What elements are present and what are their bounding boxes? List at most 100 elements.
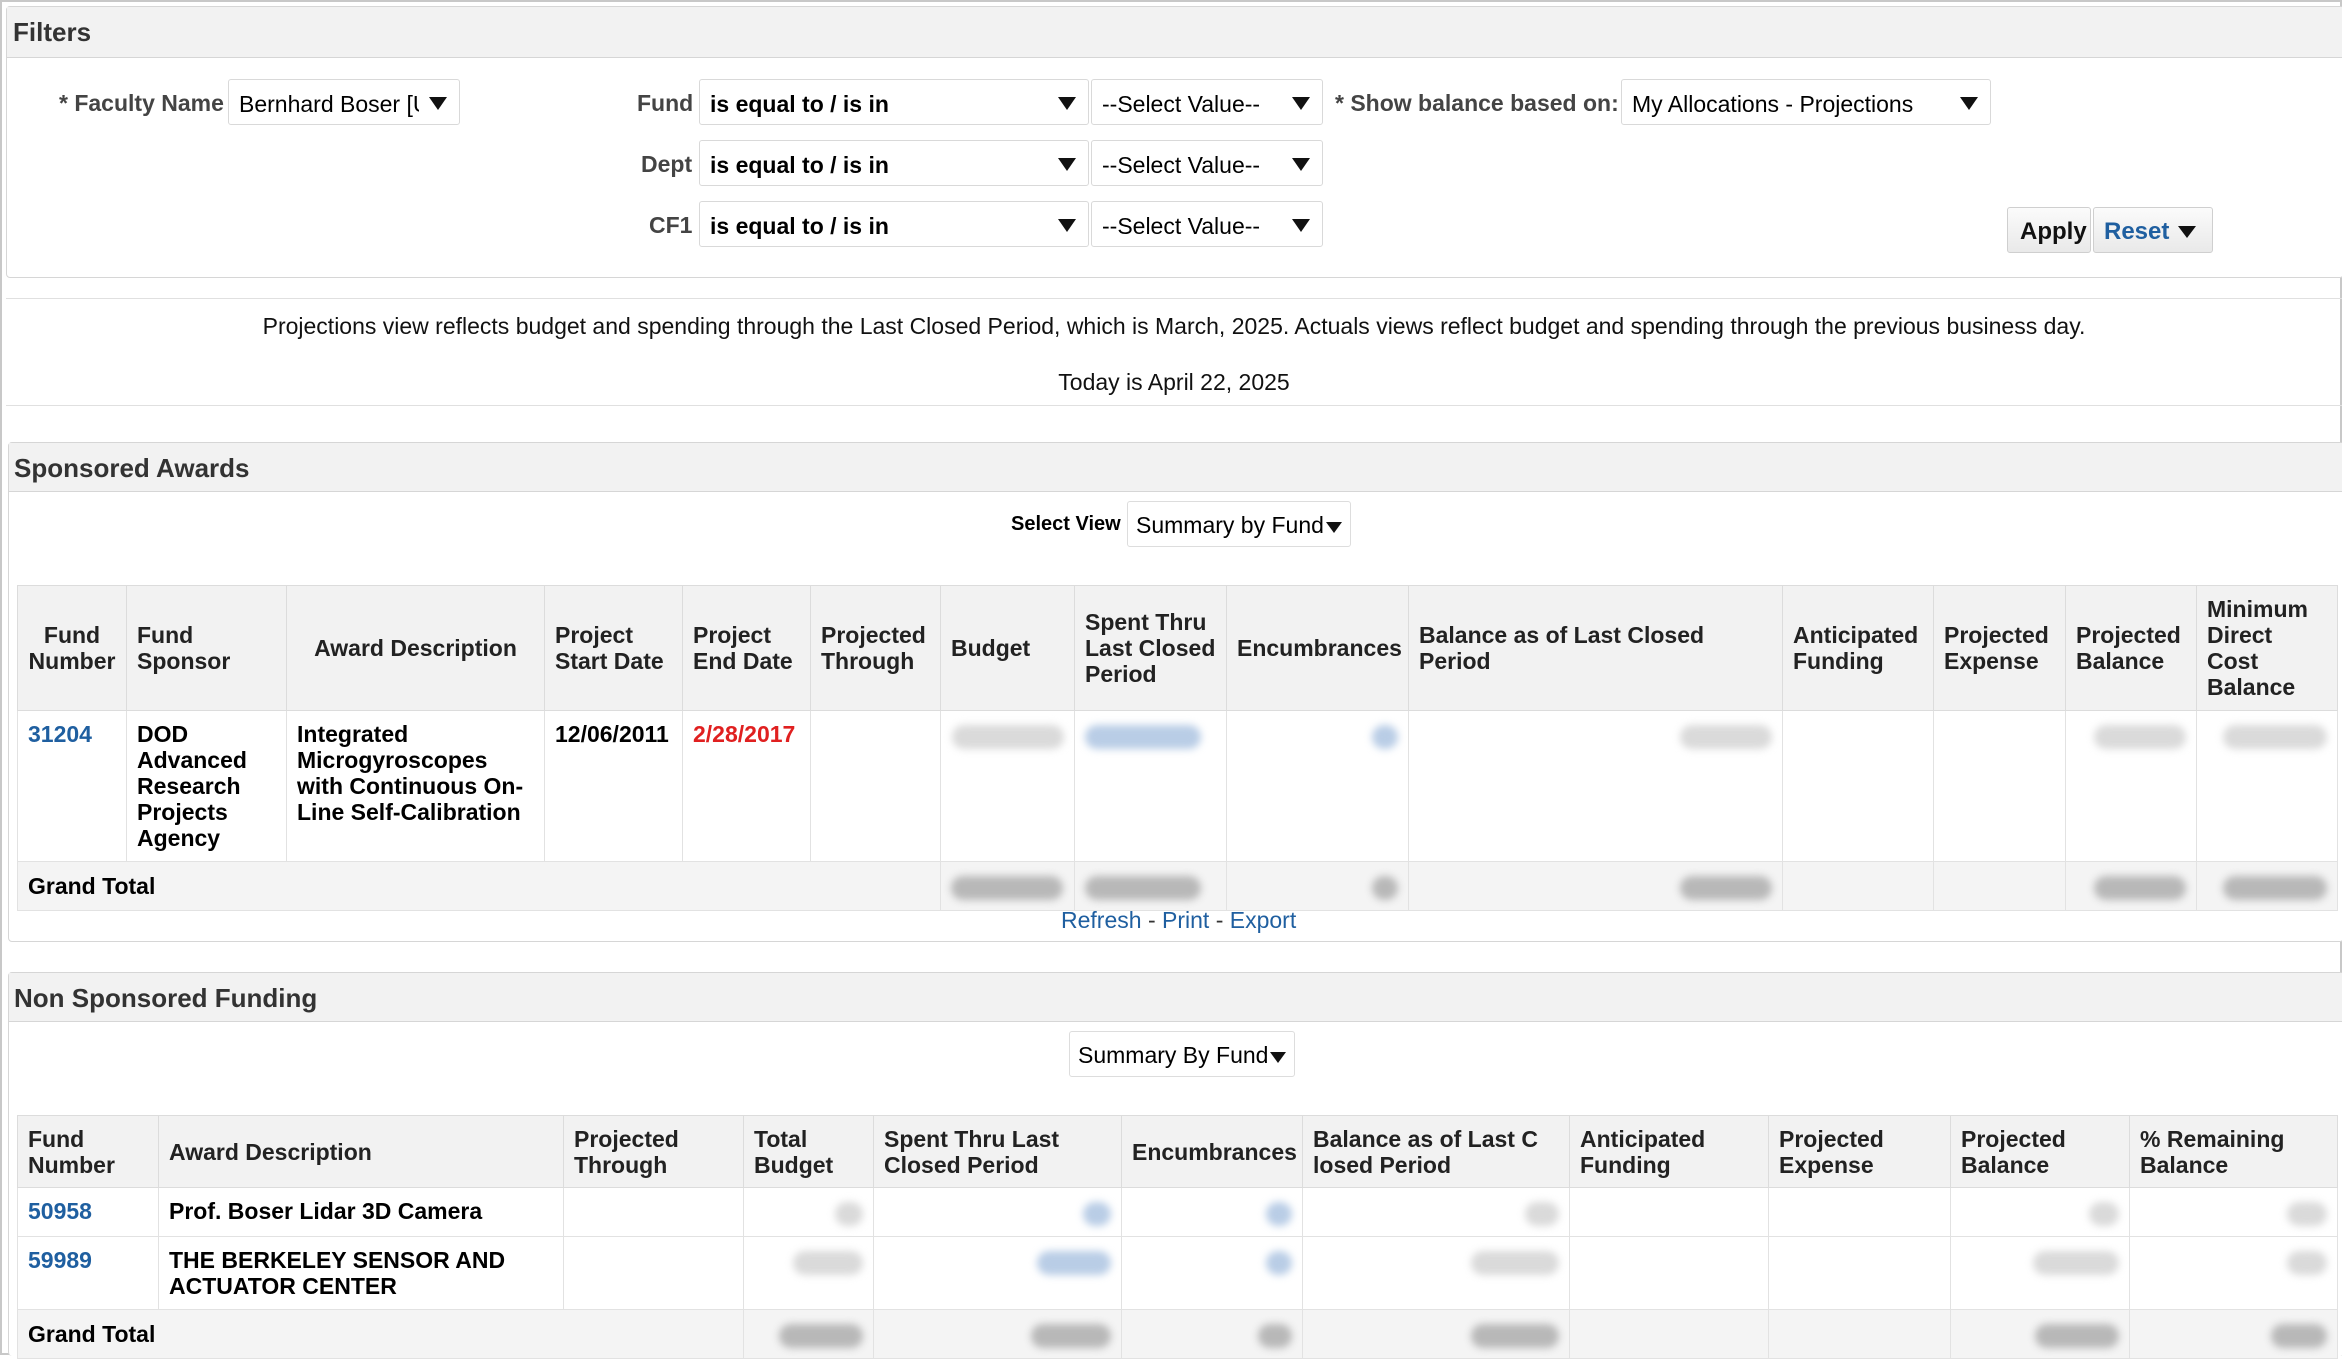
value-cell[interactable]: [873, 1236, 1122, 1310]
fund-operator-select[interactable]: is equal to / is in: [699, 79, 1089, 125]
col-header[interactable]: Balance as of Last C losed Period: [1302, 1115, 1570, 1188]
redacted-value: [1680, 876, 1772, 900]
total-cell: [743, 1309, 874, 1359]
value-cell: [743, 1187, 874, 1237]
col-header[interactable]: Total Budget: [743, 1115, 874, 1188]
col-header[interactable]: Spent Thru Last Closed Period: [1074, 585, 1227, 711]
col-header-sortable[interactable]: Fund Number: [17, 1115, 159, 1188]
chevron-down-icon: [1270, 1052, 1286, 1063]
fund-number-link[interactable]: 50958: [17, 1187, 159, 1237]
total-cell: [2065, 861, 2197, 911]
award-description: Prof. Boser Lidar 3D Camera: [158, 1187, 564, 1237]
redacted-value: [1471, 1324, 1559, 1348]
award-description: Integrated Microgyroscopes with Continuo…: [286, 710, 545, 862]
value-cell[interactable]: [1121, 1187, 1303, 1237]
redacted-value: [2033, 1251, 2119, 1275]
fund-sponsor: DOD Advanced Research Projects Agency: [126, 710, 287, 862]
fund-number-link[interactable]: 59989: [17, 1236, 159, 1310]
dept-label: Dept: [641, 151, 693, 177]
redacted-value: [835, 1202, 863, 1226]
col-header[interactable]: Fund Sponsor: [126, 585, 287, 711]
faculty-name-value: Bernhard Boser [U: [239, 91, 419, 117]
chevron-down-icon: [1058, 158, 1076, 171]
col-header[interactable]: % Remaining Balance: [2129, 1115, 2338, 1188]
export-link[interactable]: Export: [1230, 907, 1296, 933]
col-header[interactable]: Budget: [940, 585, 1075, 711]
anticipated-funding-cell: [1782, 710, 1934, 862]
redacted-value: [2094, 725, 2186, 749]
balance-basis-label: * Show balance based on:: [1335, 90, 1619, 116]
col-header[interactable]: Award Description: [286, 585, 545, 711]
balance-basis-select[interactable]: My Allocations - Projections: [1621, 79, 1991, 125]
fund-value-select[interactable]: --Select Value--: [1091, 79, 1323, 125]
value-cell: [1768, 1236, 1951, 1310]
col-header[interactable]: Projected Balance: [1950, 1115, 2130, 1188]
faculty-name-select[interactable]: Bernhard Boser [U: [228, 79, 460, 125]
table-row: 50958 Prof. Boser Lidar 3D Camera: [17, 1187, 2338, 1237]
apply-button-label: Apply: [2020, 218, 2087, 245]
col-header[interactable]: Projected Through: [563, 1115, 744, 1188]
redacted-value: [951, 876, 1063, 900]
sponsored-view-value: Summary by Fund: [1136, 512, 1324, 538]
value-cell: [1768, 1187, 1951, 1237]
col-header[interactable]: Projected Through: [810, 585, 941, 711]
value-cell[interactable]: [873, 1187, 1122, 1237]
fund-number-link[interactable]: 31204: [17, 710, 127, 862]
col-header[interactable]: Encumbrances: [1226, 585, 1409, 711]
col-header[interactable]: Project End Date: [682, 585, 811, 711]
reset-button-label: Reset: [2104, 218, 2170, 245]
redacted-value: [2223, 876, 2327, 900]
col-header[interactable]: Project Start Date: [544, 585, 683, 711]
budget-cell: [940, 710, 1075, 862]
select-view-label: Select View: [1011, 513, 1121, 535]
value-cell: [1302, 1236, 1570, 1310]
cf1-operator-select[interactable]: is equal to / is in: [699, 201, 1089, 247]
col-header[interactable]: Balance as of Last Closed Period: [1408, 585, 1783, 711]
encumbrances-cell[interactable]: [1226, 710, 1409, 862]
dept-operator-select[interactable]: is equal to / is in: [699, 140, 1089, 186]
projected-through: [563, 1187, 744, 1237]
redacted-value: [1266, 1202, 1292, 1226]
table-header-row: Fund Number Award Description Projected …: [17, 1115, 2338, 1188]
projected-through: [810, 710, 941, 862]
project-start-date: 12/06/2011: [544, 710, 683, 862]
redacted-value: [779, 1324, 863, 1348]
spent-cell[interactable]: [1074, 710, 1227, 862]
reset-button[interactable]: Reset: [2093, 207, 2213, 253]
redacted-value: [2089, 1202, 2119, 1226]
col-header[interactable]: Minimum Direct Cost Balance: [2196, 585, 2338, 711]
value-cell[interactable]: [1121, 1236, 1303, 1310]
total-cell: [1782, 861, 1934, 911]
sponsored-view-select[interactable]: Summary by Fund: [1127, 501, 1351, 547]
chevron-down-icon: [429, 97, 447, 110]
col-header[interactable]: Projected Expense: [1933, 585, 2066, 711]
col-header[interactable]: Projected Balance: [2065, 585, 2197, 711]
non-sponsored-view-select[interactable]: Summary By Fund: [1069, 1031, 1295, 1077]
apply-button[interactable]: Apply: [2007, 207, 2091, 253]
non-sponsored-table: Fund Number Award Description Projected …: [17, 1115, 2338, 1359]
dept-value-select[interactable]: --Select Value--: [1091, 140, 1323, 186]
col-header[interactable]: Anticipated Funding: [1569, 1115, 1769, 1188]
col-header[interactable]: Anticipated Funding: [1782, 585, 1934, 711]
redacted-value: [2287, 1202, 2327, 1226]
cf1-label: CF1: [649, 212, 693, 238]
col-header[interactable]: Award Description: [158, 1115, 564, 1188]
award-description: THE BERKELEY SENSOR AND ACTUATOR CENTER: [158, 1236, 564, 1310]
print-link[interactable]: Print: [1162, 907, 1209, 933]
total-cell: [2129, 1309, 2338, 1359]
chevron-down-icon: [1058, 97, 1076, 110]
cf1-value-select[interactable]: --Select Value--: [1091, 201, 1323, 247]
col-header[interactable]: Projected Expense: [1768, 1115, 1951, 1188]
total-cell: [1768, 1309, 1951, 1359]
refresh-link[interactable]: Refresh: [1061, 907, 1142, 933]
filters-title: Filters: [13, 17, 92, 47]
total-cell: [1933, 861, 2066, 911]
redacted-value: [1525, 1202, 1559, 1226]
value-cell: [743, 1236, 874, 1310]
faculty-name-label: * Faculty Name: [59, 90, 224, 116]
table-row: 31204 DOD Advanced Research Projects Age…: [17, 710, 2338, 862]
value-cell: [1569, 1236, 1769, 1310]
col-header[interactable]: Fund Number: [17, 585, 127, 711]
col-header[interactable]: Spent Thru Last Closed Period: [873, 1115, 1122, 1188]
col-header[interactable]: Encumbrances: [1121, 1115, 1303, 1188]
